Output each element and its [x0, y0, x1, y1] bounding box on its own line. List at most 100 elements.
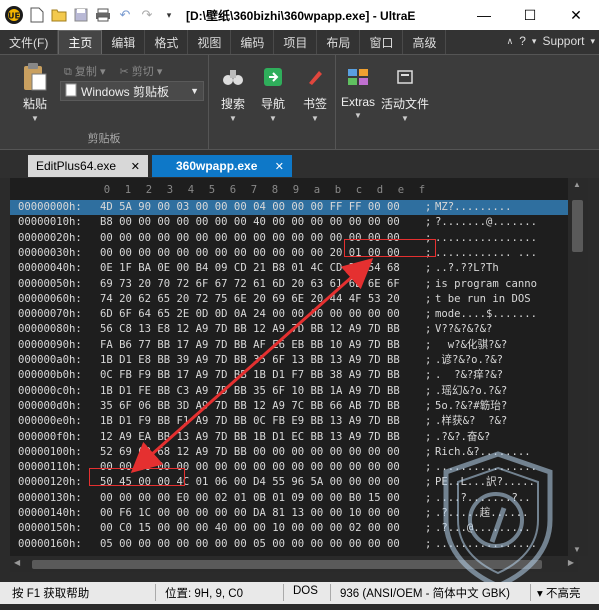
hex-row[interactable]: 00000070h: 6D 6F 64 65 2E 0D 0D 0A 24 00 …	[10, 307, 578, 322]
save-icon[interactable]	[70, 4, 92, 26]
row-ascii[interactable]: mode....$.......	[435, 307, 537, 322]
row-bytes[interactable]: 00 C0 15 00 00 00 40 00 00 10 00 00 00 0…	[100, 521, 400, 536]
row-bytes[interactable]: 35 6F 06 BB 3D A9 7D BB 12 A9 7C BB 66 A…	[100, 399, 400, 414]
row-ascii[interactable]: .?&?.奋&?	[435, 430, 490, 445]
doc-tab-360wpapp[interactable]: 360wpapp.exe ✕	[152, 155, 292, 177]
row-ascii[interactable]: ..?.??L?Th	[435, 261, 499, 276]
tab-view[interactable]: 视图	[188, 30, 232, 54]
print-icon[interactable]	[92, 4, 114, 26]
tab-format[interactable]: 格式	[145, 30, 189, 54]
support-chevron-icon[interactable]: ▾	[590, 36, 595, 47]
close-button[interactable]: ✕	[553, 0, 599, 30]
hex-row[interactable]: 00000090h: FA B6 77 BB 17 A9 7D BB AF E6 …	[10, 338, 578, 353]
support-dropdown-icon[interactable]: ▾	[532, 36, 537, 47]
scroll-right-icon[interactable]: ▶	[568, 558, 574, 567]
hex-row[interactable]: 000000c0h: 1B D1 FE BB C3 A9 7D BB 35 6F …	[10, 384, 578, 399]
row-bytes[interactable]: 6D 6F 64 65 2E 0D 0D 0A 24 00 00 00 00 0…	[100, 307, 400, 322]
hex-row[interactable]: 000000a0h: 1B D1 E8 BB 39 A9 7D BB 35 6F …	[10, 353, 578, 368]
tab-encoding[interactable]: 编码	[231, 30, 275, 54]
status-eol[interactable]: DOS	[293, 585, 318, 597]
row-ascii[interactable]: V??&?&?&?	[435, 322, 492, 337]
tab-home[interactable]: 主页	[58, 30, 103, 54]
row-bytes[interactable]: 1B D1 E8 BB 39 A9 7D BB 35 6F 13 BB 13 A…	[100, 353, 400, 368]
doc-tab-editplus[interactable]: EditPlus64.exe ✕	[28, 155, 148, 177]
row-ascii[interactable]: w?&化骐?&?	[435, 338, 507, 353]
ribbon-collapse-icon[interactable]: ∧	[507, 36, 514, 47]
tab-advanced[interactable]: 高级	[403, 30, 447, 54]
hex-row[interactable]: 000000e0h: 1B D1 F9 BB F1 A9 7D BB 0C FB …	[10, 414, 578, 429]
scroll-up-icon[interactable]: ▲	[573, 180, 581, 189]
row-ascii[interactable]: MZ?.........	[435, 200, 512, 215]
hex-row[interactable]: 000000b0h: 0C FB F9 BB 17 A9 7D BB 1B D1 …	[10, 368, 578, 383]
redo-icon[interactable]: ↷	[136, 4, 158, 26]
navigate-button[interactable]: 导航 ▼	[252, 63, 294, 123]
row-ascii[interactable]: ................	[435, 231, 537, 246]
row-bytes[interactable]: B8 00 00 00 00 00 00 00 40 00 00 00 00 0…	[100, 215, 400, 230]
hex-row[interactable]: 00000050h: 69 73 20 70 72 6F 67 72 61 6D …	[10, 277, 578, 292]
row-bytes[interactable]: 0E 1F BA 0E 00 B4 09 CD 21 B8 01 4C CD 2…	[100, 261, 400, 276]
row-bytes[interactable]: 1B D1 F9 BB F1 A9 7D BB 0C FB E9 BB 13 A…	[100, 414, 400, 429]
vertical-scroll-thumb[interactable]	[572, 200, 583, 252]
row-ascii[interactable]: .谚?&?o.?&?	[435, 353, 503, 368]
hex-row[interactable]: 00000060h: 74 20 62 65 20 72 75 6E 20 69 …	[10, 292, 578, 307]
row-ascii[interactable]: ?.......@.......	[435, 215, 537, 230]
extras-button[interactable]: Extras ▼	[337, 63, 379, 120]
row-ascii[interactable]: ............ ...	[435, 246, 537, 261]
dropdown-icon[interactable]: ▾	[158, 4, 180, 26]
undo-icon[interactable]: ↶	[114, 4, 136, 26]
row-ascii[interactable]: t be run in DOS	[435, 292, 537, 307]
maximize-button[interactable]: ☐	[507, 0, 553, 30]
row-ascii[interactable]: is program canno	[435, 277, 537, 292]
paste-button[interactable]: 粘贴 ▼	[14, 63, 56, 123]
hex-row[interactable]: 00000040h: 0E 1F BA 0E 00 B4 09 CD 21 B8 …	[10, 261, 578, 276]
row-ascii[interactable]: 5o.?&?#簕珆?	[435, 399, 507, 414]
scroll-left-icon[interactable]: ◀	[14, 558, 20, 567]
hex-row[interactable]: 00000080h: 56 C8 13 E8 12 A9 7D BB 12 A9 …	[10, 322, 578, 337]
help-icon[interactable]: ?	[519, 34, 526, 48]
row-ascii[interactable]: .样获&? ?&?	[435, 414, 507, 429]
tab-project[interactable]: 项目	[274, 30, 318, 54]
close-tab-icon[interactable]: ✕	[131, 160, 140, 173]
row-ascii[interactable]: . ?&?痒?&?	[435, 368, 503, 383]
row-bytes[interactable]: FA B6 77 BB 17 A9 7D BB AF E6 EB BB 10 A…	[100, 338, 400, 353]
hex-row[interactable]: 000000d0h: 35 6F 06 BB 3D A9 7D BB 12 A9 …	[10, 399, 578, 414]
hex-row[interactable]: 00000010h: B8 00 00 00 00 00 00 00 40 00 …	[10, 215, 578, 230]
close-tab-icon[interactable]: ✕	[275, 160, 284, 173]
row-bytes[interactable]: 12 A9 EA BB 13 A9 7D BB 1B D1 EC BB 13 A…	[100, 430, 400, 445]
row-bytes[interactable]: 69 73 20 70 72 6F 67 72 61 6D 20 63 61 6…	[100, 277, 400, 292]
cut-button[interactable]: ✂ 剪切 ▾	[120, 63, 163, 79]
hex-row[interactable]: 00000030h: 00 00 00 00 00 00 00 00 00 00 …	[10, 246, 578, 261]
search-button[interactable]: 搜索 ▼	[212, 63, 254, 123]
row-bytes[interactable]: 1B D1 FE BB C3 A9 7D BB 35 6F 10 BB 1A A…	[100, 384, 400, 399]
hex-row[interactable]: 00000000h: 4D 5A 90 00 03 00 00 00 04 00 …	[10, 200, 578, 215]
row-bytes[interactable]: 4D 5A 90 00 03 00 00 00 04 00 00 00 FF F…	[100, 200, 400, 215]
bookmark-button[interactable]: 书签 ▼	[294, 63, 336, 123]
row-bytes[interactable]: 56 C8 13 E8 12 A9 7D BB 12 A9 7D BB 12 A…	[100, 322, 400, 337]
row-ascii[interactable]: .瑶幻&?o.?&?	[435, 384, 507, 399]
vertical-scrollbar[interactable]: ▲ ▼	[568, 178, 588, 556]
row-bytes[interactable]: 00 F6 1C 00 00 00 00 00 DA 81 13 00 00 1…	[100, 506, 400, 521]
minimize-button[interactable]: —	[461, 0, 507, 30]
status-highlight-mode[interactable]: ▾ 不高亮	[537, 585, 580, 601]
support-link[interactable]: Support	[542, 34, 584, 48]
scroll-down-icon[interactable]: ▼	[573, 545, 581, 554]
row-bytes[interactable]: 05 00 00 00 00 00 00 00 05 00 00 00 00 0…	[100, 537, 400, 552]
clipboard-group: 粘贴 ▼ ⧉ 复制 ▾ ✂ 剪切 ▾ Windows 剪贴板 ▼ 剪贴板	[0, 55, 209, 150]
tab-file[interactable]: 文件(F)	[0, 30, 59, 54]
active-file-button[interactable]: 活动文件 ▼	[381, 63, 429, 123]
row-bytes[interactable]: 00 00 00 00 E0 00 02 01 0B 01 09 00 00 B…	[100, 491, 400, 506]
open-folder-icon[interactable]	[48, 4, 70, 26]
app-logo-icon[interactable]: UE	[2, 3, 26, 27]
copy-button[interactable]: ⧉ 复制 ▾	[64, 63, 106, 79]
tab-window[interactable]: 窗口	[360, 30, 404, 54]
clipboard-select[interactable]: Windows 剪贴板 ▼	[60, 81, 204, 101]
hex-row[interactable]: 000000f0h: 12 A9 EA BB 13 A9 7D BB 1B D1 …	[10, 430, 578, 445]
status-codepage[interactable]: 936 (ANSI/OEM - 简体中文 GBK)	[340, 585, 510, 601]
row-bytes[interactable]: 0C FB F9 BB 17 A9 7D BB 1B D1 F7 BB 38 A…	[100, 368, 400, 383]
row-bytes[interactable]: 74 20 62 65 20 72 75 6E 20 69 6E 20 44 4…	[100, 292, 400, 307]
hex-row[interactable]: 00000020h: 00 00 00 00 00 00 00 00 00 00 …	[10, 231, 578, 246]
tab-layout[interactable]: 布局	[317, 30, 361, 54]
new-file-icon[interactable]	[26, 4, 48, 26]
row-bytes[interactable]: 52 69 63 68 12 A9 7D BB 00 00 00 00 00 0…	[100, 445, 400, 460]
tab-edit[interactable]: 编辑	[102, 30, 146, 54]
